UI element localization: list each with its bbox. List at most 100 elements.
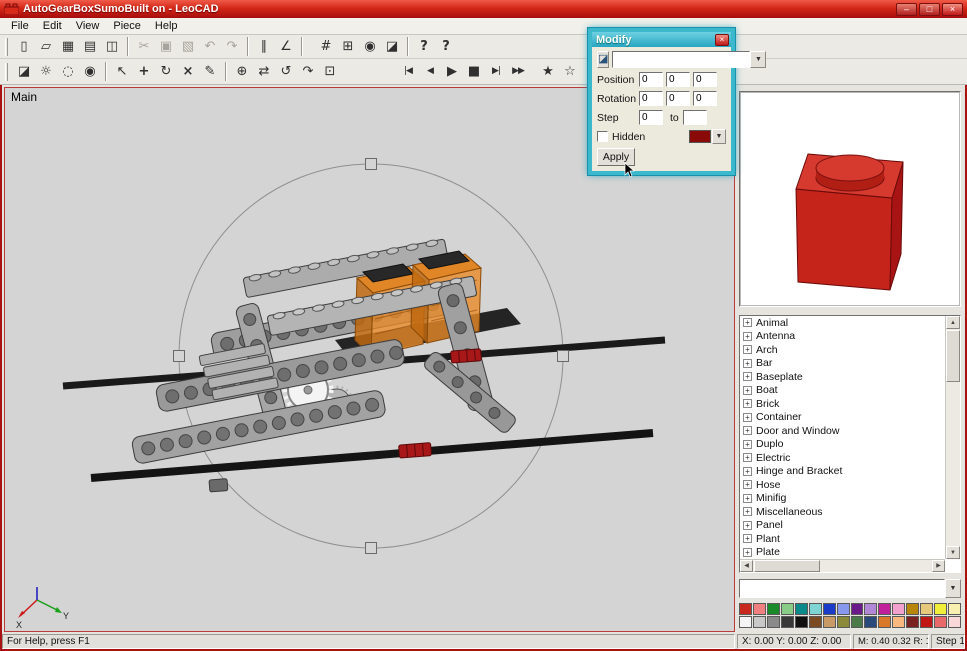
tree-row[interactable]: + Duplo [740,438,945,452]
snap-grid-button[interactable]: # [315,36,337,58]
rotate-view-button[interactable]: ↺ [275,61,297,83]
menu-help[interactable]: Help [148,19,185,33]
toolbar-grip[interactable] [5,38,8,56]
color-swatch[interactable] [934,616,947,628]
color-swatch[interactable] [851,603,864,615]
zoom-region-button[interactable]: ⊡ [319,61,341,83]
modify-color-combo[interactable]: ▼ [689,129,726,144]
expand-icon[interactable]: + [743,426,752,435]
paint-button[interactable]: ✎ [199,61,221,83]
tree-row[interactable]: + Arch [740,343,945,357]
current-color-swatch[interactable] [689,130,711,143]
new-file-button[interactable]: ▯ [13,36,35,58]
modify-dialog[interactable]: Modify × ◪ ▼ Position Rotation [588,28,735,175]
expand-icon[interactable]: + [743,359,752,368]
color-swatch[interactable] [809,603,822,615]
tree-row[interactable]: + Door and Window [740,424,945,438]
color-swatch[interactable] [864,616,877,628]
color-swatch[interactable] [823,603,836,615]
tree-row[interactable]: + Brick [740,397,945,411]
insert-piece-button[interactable]: ◪ [13,61,35,83]
color-swatch[interactable] [948,603,961,615]
maximize-button[interactable]: □ [919,3,940,16]
color-swatch[interactable] [823,616,836,628]
select-button[interactable]: ↖ [111,61,133,83]
tree-row[interactable]: + Hinge and Bracket [740,465,945,479]
modify-piece-input[interactable] [612,51,750,68]
piece-preview[interactable] [739,91,961,307]
position-x-field[interactable] [639,72,663,87]
color-swatch[interactable] [739,603,752,615]
delete-button[interactable]: × [177,61,199,83]
paste-button[interactable]: ▧ [177,36,199,58]
piece-combo-dropdown[interactable]: ▼ [945,579,961,598]
step-to-field[interactable] [683,110,707,125]
next-step-button[interactable]: ▶| [485,61,507,83]
color-swatch[interactable] [920,603,933,615]
undo-button[interactable]: ↶ [199,36,221,58]
piece-keys-button[interactable]: ★ [537,61,559,83]
color-swatch[interactable] [864,603,877,615]
expand-icon[interactable]: + [743,453,752,462]
menu-edit[interactable]: Edit [36,19,69,33]
play-button[interactable]: ▶ [441,61,463,83]
titlebar[interactable]: AutoGearBoxSumoBuilt on - LeoCAD – □ × [0,0,967,18]
expand-icon[interactable]: + [743,318,752,327]
color-swatch[interactable] [837,616,850,628]
expand-icon[interactable]: + [743,386,752,395]
spotlight-button[interactable]: ◌ [57,61,79,83]
piece-groups-button[interactable]: ◪ [381,36,403,58]
tree-row[interactable]: + Electric [740,451,945,465]
camera-menu-button[interactable]: ◉ [359,36,381,58]
lock-axes-button[interactable]: ⊞ [337,36,359,58]
color-swatch[interactable] [795,603,808,615]
tree-row[interactable]: + Plant [740,532,945,546]
previous-step-button[interactable]: ◀ [419,61,441,83]
menu-view[interactable]: View [69,19,107,33]
color-swatch[interactable] [892,616,905,628]
color-swatch[interactable] [851,616,864,628]
hidden-checkbox[interactable] [597,131,608,142]
tree-row[interactable]: + Hose [740,478,945,492]
expand-icon[interactable]: + [743,480,752,489]
print-preview-button[interactable]: ◫ [101,36,123,58]
menu-piece[interactable]: Piece [106,19,148,33]
expand-icon[interactable]: + [743,413,752,422]
expand-icon[interactable]: + [743,521,752,530]
color-swatch[interactable] [767,616,780,628]
modify-titlebar[interactable]: Modify × [592,32,731,47]
tree-row[interactable]: + Animal [740,316,945,330]
snap-angle-button[interactable]: ∠ [275,36,297,58]
color-swatch[interactable] [739,616,752,628]
expand-icon[interactable]: + [743,548,752,557]
scroll-right-icon[interactable]: ▶ [932,560,945,572]
tree-row[interactable]: + Minifig [740,492,945,506]
rotation-y-field[interactable] [666,91,690,106]
roll-button[interactable]: ↷ [297,61,319,83]
tree-row[interactable]: + Antenna [740,330,945,344]
color-swatch[interactable] [948,616,961,628]
expand-icon[interactable]: + [743,534,752,543]
tree-row[interactable]: + Plate [740,546,945,560]
save-file-button[interactable]: ▦ [57,36,79,58]
print-button[interactable]: ▤ [79,36,101,58]
rotation-z-field[interactable] [693,91,717,106]
tree-row[interactable]: + Container [740,411,945,425]
color-swatch[interactable] [934,603,947,615]
snap-move-button[interactable]: ∥ [253,36,275,58]
color-swatch[interactable] [781,603,794,615]
tree-row[interactable]: + Miscellaneous [740,505,945,519]
open-file-button[interactable]: ▱ [35,36,57,58]
scroll-thumb[interactable] [754,560,820,572]
stop-button[interactable]: ■ [463,61,485,83]
color-swatch[interactable] [878,616,891,628]
modify-piece-icon[interactable]: ◪ [597,51,609,68]
color-swatch[interactable] [920,616,933,628]
tree-row[interactable]: + Boat [740,384,945,398]
expand-icon[interactable]: + [743,494,752,503]
scroll-left-icon[interactable]: ◀ [740,560,753,572]
camera-keys-button[interactable]: ☆ [559,61,581,83]
color-swatch[interactable] [781,616,794,628]
tree-vertical-scrollbar[interactable]: ▲ ▼ [945,316,960,559]
tree-row[interactable]: + Panel [740,519,945,533]
